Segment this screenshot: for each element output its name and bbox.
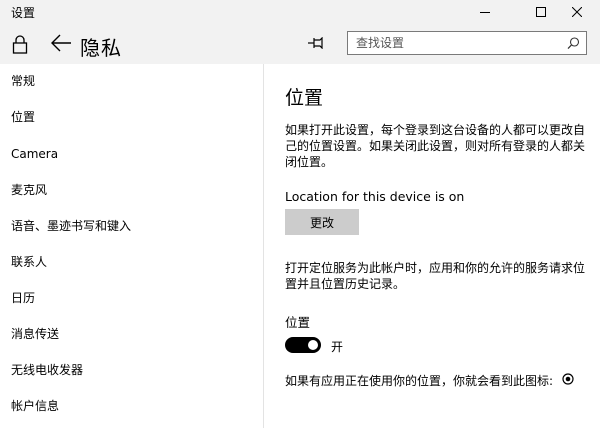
service-description: 打开定位服务为此帐户时，应用和你的允许的服务请求位置并且位置历史记录。 [285,261,586,291]
change-button[interactable]: 更改 [285,209,359,235]
device-location-status: Location for this device is on [285,189,465,204]
sidebar-item-microphone[interactable]: 麦克风 [11,181,47,199]
search-icon[interactable] [567,37,580,50]
section-title: 位置 [285,87,324,109]
sidebar-item-speech-inking-typing[interactable]: 语音、墨迹书写和键入 [11,217,131,235]
back-arrow-icon[interactable] [50,33,72,53]
lock-icon [12,35,28,54]
sidebar-item-calendar[interactable]: 日历 [11,289,35,307]
sidebar-item-messaging[interactable]: 消息传送 [11,325,59,343]
search-input[interactable] [348,32,568,54]
location-in-use-note: 如果有应用正在使用你的位置，你就会看到此图标: [285,374,554,388]
pin-icon[interactable] [308,37,326,49]
minimize-button[interactable] [462,0,508,24]
toggle-knob [308,340,318,350]
close-button[interactable] [554,0,600,24]
sidebar-item-account-info[interactable]: 帐户信息 [11,397,59,415]
sidebar-item-camera[interactable]: Camera [11,145,58,163]
page-title: 隐私 [80,36,122,60]
minimize-icon [480,12,490,13]
sidebar-item-contacts[interactable]: 联系人 [11,253,47,271]
location-in-use-icon [562,373,574,385]
search-box[interactable] [347,31,587,55]
location-toggle[interactable] [285,337,321,353]
window-title: 设置 [11,6,36,20]
close-icon [572,7,582,17]
page-header: 隐私 [0,24,600,64]
sidebar-item-general[interactable]: 常规 [11,72,35,90]
toggle-state-text: 开 [331,340,344,354]
title-bar: 设置 [0,0,600,24]
sidebar-item-radios[interactable]: 无线电收发器 [11,361,83,379]
sidebar-item-location[interactable]: 位置 [11,108,35,126]
location-toggle-label: 位置 [285,315,311,330]
maximize-icon [536,7,546,17]
main-content: 位置 如果打开此设置，每个登录到这台设备的人都可以更改自己的位置设置。如果关闭此… [265,64,600,428]
sidebar: 常规 位置 Camera 麦克风 语音、墨迹书写和键入 联系人 日历 消息传送 … [0,64,264,428]
location-description: 如果打开此设置，每个登录到这台设备的人都可以更改自己的位置设置。如果关闭此设置，… [285,123,586,169]
